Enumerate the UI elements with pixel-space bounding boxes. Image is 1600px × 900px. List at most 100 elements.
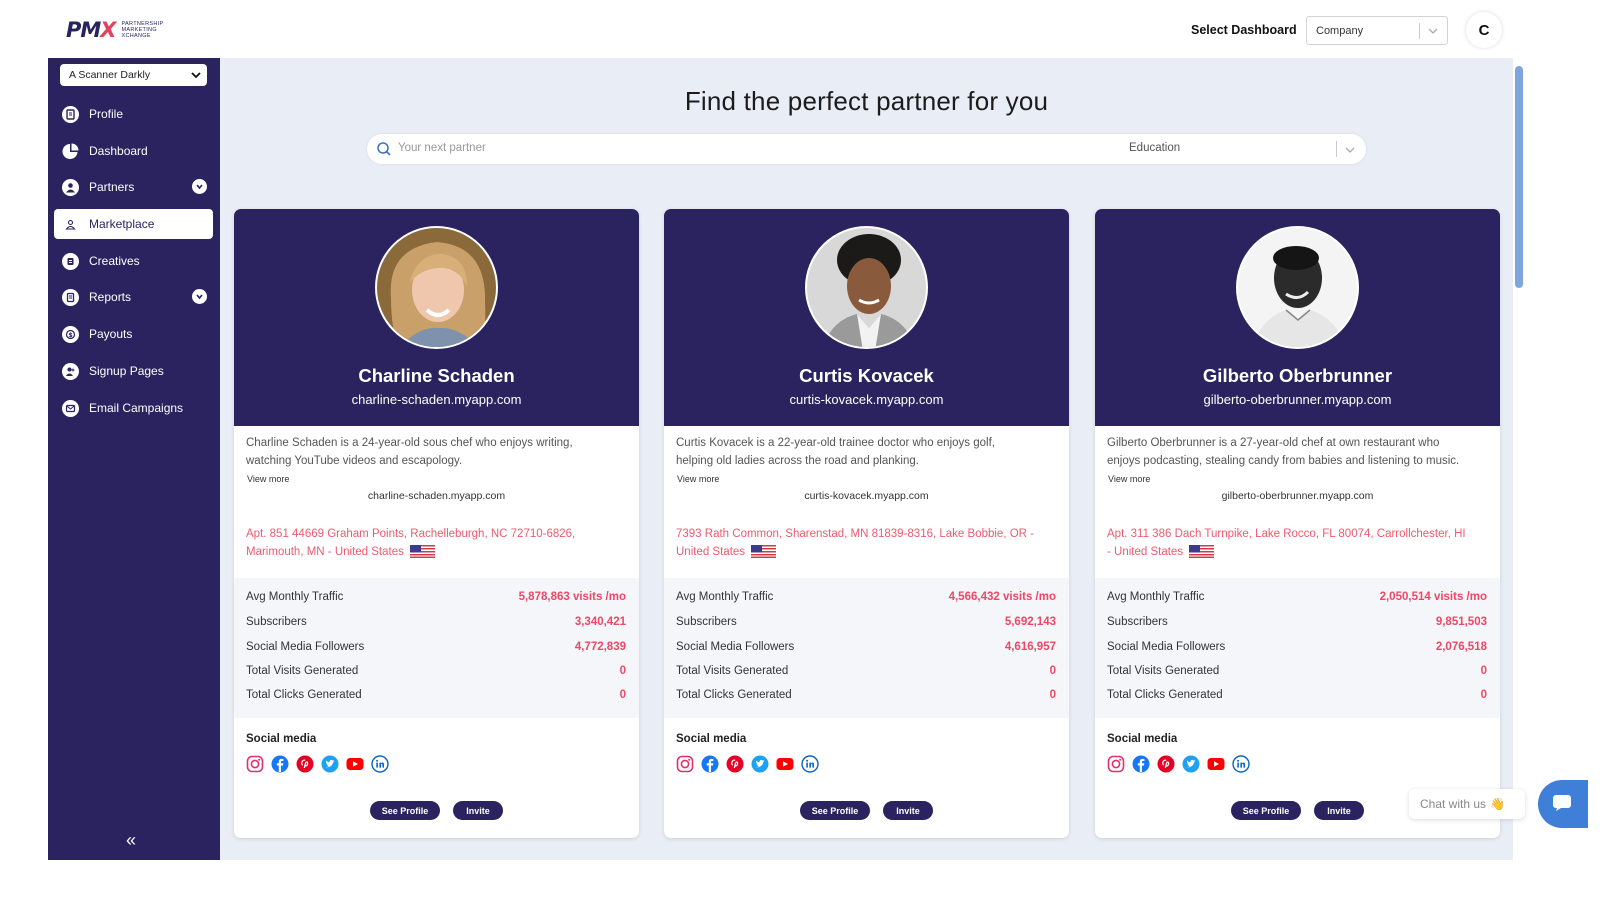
partner-name[interactable]: Charline Schaden xyxy=(234,365,639,387)
dashboard-select-value: Company xyxy=(1316,24,1364,37)
search-icon xyxy=(377,142,391,156)
user-avatar[interactable]: C xyxy=(1466,12,1502,48)
stat-label: Social Media Followers xyxy=(1107,641,1226,653)
account-select[interactable]: A Scanner Darkly xyxy=(60,64,207,86)
sidebar-item-label: Payouts xyxy=(89,327,133,341)
scrollbar-thumb[interactable] xyxy=(1515,66,1523,288)
facebook-icon[interactable] xyxy=(1132,755,1150,773)
invite-button[interactable]: Invite xyxy=(1314,801,1364,820)
sidebar-item-dashboard[interactable]: Dashboard xyxy=(54,136,213,166)
instagram-icon[interactable] xyxy=(676,755,694,773)
chat-bubble-button[interactable] xyxy=(1538,780,1588,828)
twitter-icon[interactable] xyxy=(751,755,769,773)
logo-tagline: PARTNERSHIP MARKETING XCHANGE xyxy=(121,21,164,39)
invite-button[interactable]: Invite xyxy=(883,801,933,820)
see-profile-button[interactable]: See Profile xyxy=(1231,801,1301,820)
pinterest-icon[interactable] xyxy=(1157,755,1175,773)
partner-name[interactable]: Gilberto Oberbrunner xyxy=(1095,365,1500,387)
select-dashboard-label: Select Dashboard xyxy=(1191,23,1297,37)
sidebar-item-label: Dashboard xyxy=(89,144,148,158)
invite-button[interactable]: Invite xyxy=(453,801,503,820)
waving-hand-icon: 👋 xyxy=(1490,797,1505,811)
facebook-icon[interactable] xyxy=(701,755,719,773)
see-profile-button[interactable]: See Profile xyxy=(370,801,440,820)
pmx-logo[interactable]: PMX PARTNERSHIP MARKETING XCHANGE xyxy=(66,18,163,42)
partner-site-link[interactable]: gilberto-oberbrunner.myapp.com xyxy=(1095,490,1500,502)
instagram-icon[interactable] xyxy=(1107,755,1125,773)
chat-label: Chat with us xyxy=(1420,797,1487,811)
stat-label: Total Visits Generated xyxy=(1107,665,1220,677)
stat-value: 4,772,839 xyxy=(574,641,626,653)
sidebar-item-label: Reports xyxy=(89,290,132,304)
sidebar-item-label: Signup Pages xyxy=(89,364,164,378)
sidebar-item-payouts[interactable]: $ Payouts xyxy=(54,319,213,349)
linkedin-icon[interactable] xyxy=(801,755,819,773)
partner-bio: Charline Schaden is a 24-year-old sous c… xyxy=(246,434,626,470)
see-profile-button[interactable]: See Profile xyxy=(800,801,870,820)
chevron-down-icon[interactable] xyxy=(192,289,207,304)
sidebar-item-label: Marketplace xyxy=(89,217,155,231)
linkedin-icon[interactable] xyxy=(371,755,389,773)
partner-card-header: Gilberto Oberbrunner gilberto-oberbrunne… xyxy=(1095,209,1500,426)
stat-row: Total Visits Generated 0 xyxy=(246,665,626,677)
partner-address: 7393 Rath Common, Sharenstad, MN 81839-8… xyxy=(676,525,1061,561)
stat-label: Total Visits Generated xyxy=(246,665,359,677)
sidebar-item-profile[interactable]: Profile xyxy=(54,99,213,129)
stat-row: Avg Monthly Traffic 2,050,514 visits /mo xyxy=(1107,591,1487,603)
partner-card: Charline Schaden charline-schaden.myapp.… xyxy=(234,209,639,838)
partner-site[interactable]: curtis-kovacek.myapp.com xyxy=(664,392,1069,407)
address-line-2: Marimouth, MN - United States xyxy=(246,543,631,561)
stat-label: Avg Monthly Traffic xyxy=(246,591,344,603)
chat-icon xyxy=(1553,795,1571,811)
category-select[interactable]: Education xyxy=(1129,142,1180,154)
stat-row: Subscribers 9,851,503 xyxy=(1107,616,1487,628)
partner-site[interactable]: charline-schaden.myapp.com xyxy=(234,392,639,407)
chevron-down-icon[interactable] xyxy=(192,179,207,194)
view-more-link[interactable]: View more xyxy=(677,474,719,484)
twitter-icon[interactable] xyxy=(321,755,339,773)
bio-line: enjoys podcasting, stealing candy from b… xyxy=(1107,455,1460,467)
select-divider xyxy=(1336,141,1337,157)
partner-site[interactable]: gilberto-oberbrunner.myapp.com xyxy=(1095,392,1500,407)
collapse-sidebar-button[interactable]: « xyxy=(126,830,136,851)
view-more-link[interactable]: View more xyxy=(247,474,289,484)
stat-label: Total Clicks Generated xyxy=(246,689,362,701)
stat-row: Total Visits Generated 0 xyxy=(676,665,1056,677)
twitter-icon[interactable] xyxy=(1182,755,1200,773)
partner-address: Apt. 311 386 Dach Turnpike, Lake Rocco, … xyxy=(1107,525,1492,561)
partner-stats: Avg Monthly Traffic 4,566,432 visits /mo … xyxy=(664,578,1069,718)
partner-avatar xyxy=(375,226,498,349)
address-line: Marimouth, MN - United States xyxy=(246,546,404,558)
youtube-icon[interactable] xyxy=(346,755,364,773)
pie-chart-icon xyxy=(62,143,79,160)
stat-value: 2,050,514 visits /mo xyxy=(1379,591,1487,603)
partner-name[interactable]: Curtis Kovacek xyxy=(664,365,1069,387)
sidebar-item-marketplace[interactable]: Marketplace xyxy=(54,209,213,239)
sidebar-item-partners[interactable]: Partners xyxy=(54,172,213,202)
sidebar-item-creatives[interactable]: Creatives xyxy=(54,246,213,276)
stat-label: Total Visits Generated xyxy=(676,665,789,677)
stat-row: Social Media Followers 2,076,518 xyxy=(1107,641,1487,653)
search-input[interactable]: Your next partner xyxy=(398,142,486,154)
youtube-icon[interactable] xyxy=(1207,755,1225,773)
bio-line: watching YouTube videos and escapology. xyxy=(246,455,463,467)
linkedin-icon[interactable] xyxy=(1232,755,1250,773)
view-more-link[interactable]: View more xyxy=(1108,474,1150,484)
sidebar-item-email-campaigns[interactable]: Email Campaigns xyxy=(54,393,213,423)
youtube-icon[interactable] xyxy=(776,755,794,773)
logo-mark: PMX xyxy=(66,18,117,42)
chevron-down-icon[interactable] xyxy=(1344,144,1356,156)
address-line: Apt. 851 44669 Graham Points, Rachellebu… xyxy=(246,528,576,540)
instagram-icon[interactable] xyxy=(246,755,264,773)
pinterest-icon[interactable] xyxy=(726,755,744,773)
chat-with-us-button[interactable]: Chat with us 👋 xyxy=(1409,789,1525,819)
sidebar-item-signup-pages[interactable]: Signup Pages xyxy=(54,356,213,386)
sidebar-item-reports[interactable]: Reports xyxy=(54,282,213,312)
pinterest-icon[interactable] xyxy=(296,755,314,773)
partner-search-bar[interactable]: Your next partner Education xyxy=(367,134,1366,164)
facebook-icon[interactable] xyxy=(271,755,289,773)
partner-site-link[interactable]: charline-schaden.myapp.com xyxy=(234,490,639,502)
dashboard-select[interactable]: Company xyxy=(1306,16,1448,45)
partner-site-link[interactable]: curtis-kovacek.myapp.com xyxy=(664,490,1069,502)
main-content: Find the perfect partner for you Your ne… xyxy=(220,58,1513,860)
